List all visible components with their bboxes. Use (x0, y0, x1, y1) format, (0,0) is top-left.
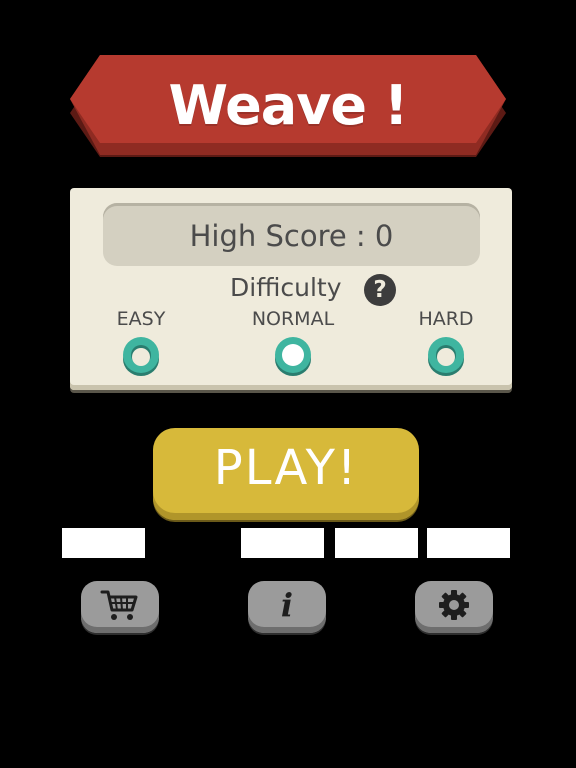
play-button-label: PLAY! (213, 440, 359, 496)
radio-ring-icon (123, 337, 159, 376)
difficulty-hard-label: HARD (418, 308, 474, 330)
difficulty-normal-label: NORMAL (251, 308, 335, 330)
help-icon[interactable]: ? (364, 274, 396, 306)
blank-block (335, 528, 418, 558)
difficulty-normal-radio[interactable] (271, 334, 315, 378)
gear-icon (439, 590, 469, 620)
shopping-cart-icon (100, 590, 138, 620)
radio-selected-icon (275, 337, 311, 376)
blank-block (241, 528, 324, 558)
difficulty-label: Difficulty (230, 273, 342, 302)
blank-block (427, 528, 510, 558)
difficulty-easy-label: EASY (116, 308, 166, 330)
radio-ring-icon (428, 337, 464, 376)
high-score-box: High Score : 0 (103, 203, 480, 266)
shop-button[interactable] (81, 581, 159, 633)
game-screen: Weave ! High Score : 0 Difficulty ? EASY… (0, 0, 576, 768)
blank-block (62, 528, 145, 558)
difficulty-easy-radio[interactable] (119, 334, 163, 378)
high-score-text: High Score : 0 (189, 219, 394, 253)
title-banner: Weave ! (70, 55, 506, 167)
info-icon: i (280, 586, 294, 624)
settings-button[interactable] (415, 581, 493, 633)
difficulty-hard-radio[interactable] (424, 334, 468, 378)
settings-panel: High Score : 0 Difficulty ? EASY NORMAL … (70, 188, 512, 390)
play-button[interactable]: PLAY! (153, 428, 419, 520)
game-title: Weave ! (168, 74, 409, 137)
info-button[interactable]: i (248, 581, 326, 633)
